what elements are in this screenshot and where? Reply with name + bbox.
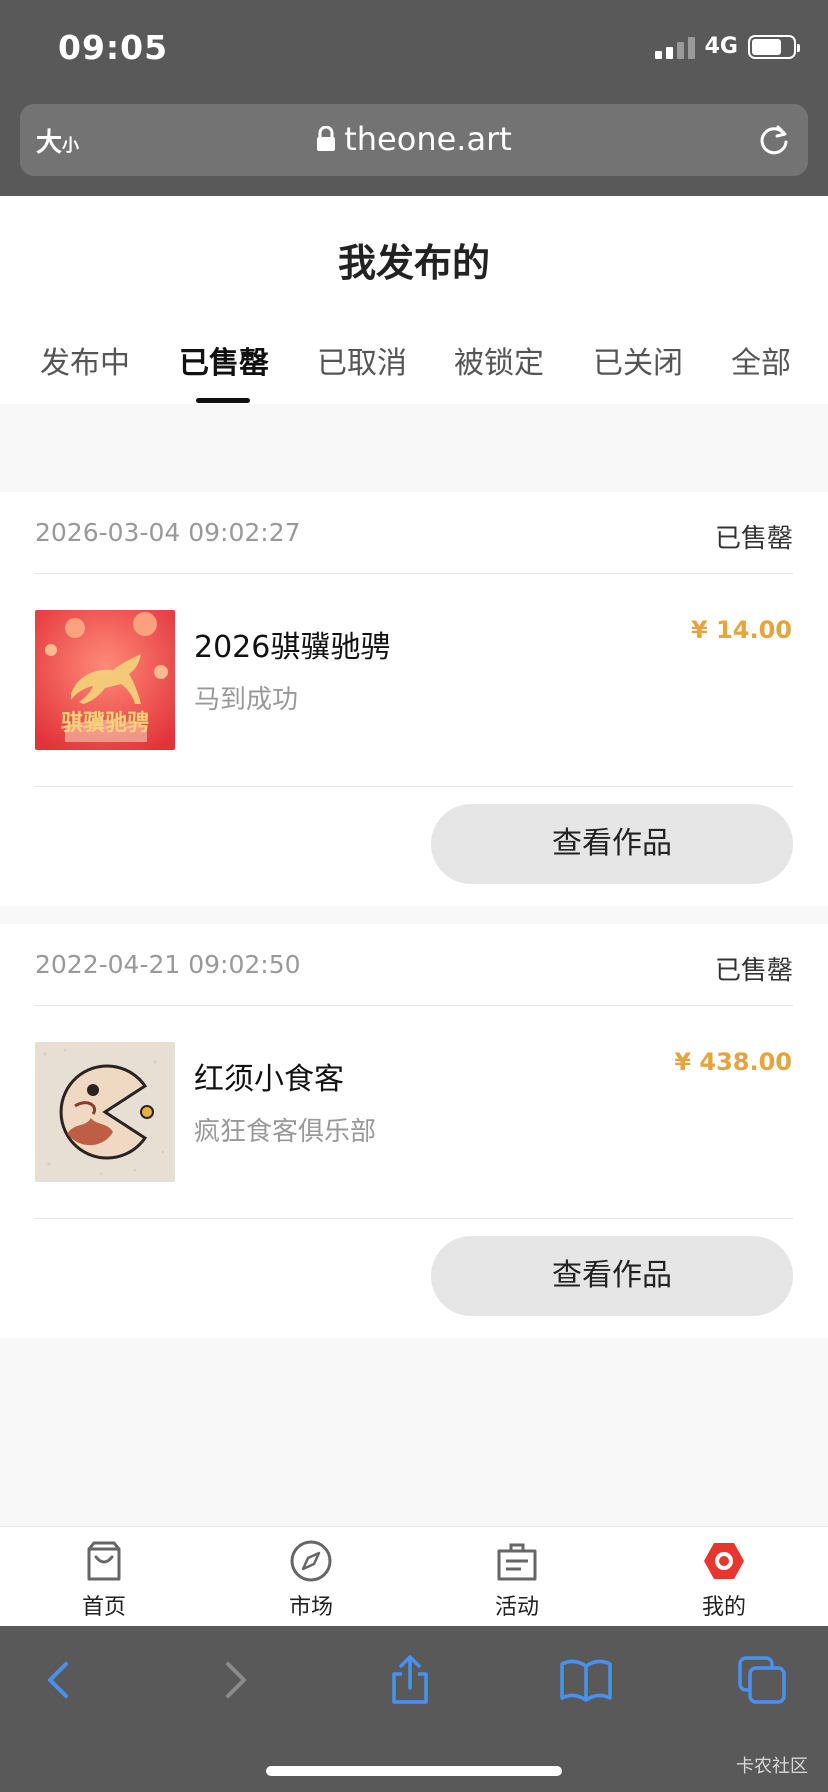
- battery-icon: [748, 34, 800, 59]
- tab-sold-out[interactable]: 已售罄: [179, 338, 269, 382]
- view-artwork-button[interactable]: 查看作品: [431, 1236, 793, 1316]
- reload-icon[interactable]: [756, 122, 792, 158]
- divider: [35, 786, 793, 787]
- watermark: 卡农社区: [736, 1756, 808, 1777]
- bookmarks-icon[interactable]: [558, 1652, 614, 1708]
- network-type: 4G: [704, 34, 738, 59]
- order-status: 已售罄: [714, 956, 793, 986]
- compass-icon: [290, 1540, 332, 1582]
- order-card: 2022-04-21 09:02:50 已售罄 红须小食客 疯狂食客俱乐部 ¥ …: [0, 924, 828, 1338]
- tab-publishing[interactable]: 发布中: [40, 338, 130, 382]
- lock-icon: [317, 126, 336, 151]
- artwork-thumbnail[interactable]: [35, 1042, 175, 1182]
- home-indicator[interactable]: [266, 1766, 562, 1776]
- share-icon[interactable]: [382, 1652, 438, 1708]
- address-bar[interactable]: 大小 theone.art: [20, 104, 808, 176]
- forward-icon[interactable]: [208, 1652, 264, 1708]
- url-text: theone.art: [344, 120, 512, 158]
- tab-cancelled[interactable]: 已取消: [317, 338, 407, 382]
- url-display[interactable]: theone.art: [20, 120, 808, 158]
- page-header: 我发布的 发布中 已售罄 已取消 被锁定 已关闭 全部: [0, 196, 828, 404]
- nav-activity-label: 活动: [494, 1595, 539, 1620]
- tab-closed[interactable]: 已关闭: [593, 338, 683, 382]
- status-tabs: 发布中 已售罄 已取消 被锁定 已关闭 全部: [0, 338, 828, 404]
- tabs-icon[interactable]: [734, 1652, 790, 1708]
- profile-hexagon-icon: [704, 1543, 744, 1579]
- order-card-header: 2026-03-04 09:02:27 已售罄: [35, 492, 793, 574]
- nav-mine-label: 我的: [701, 1595, 746, 1620]
- back-icon[interactable]: [30, 1652, 86, 1708]
- page-title: 我发布的: [337, 241, 490, 285]
- nav-market-label: 市场: [288, 1595, 333, 1620]
- browser-top-chrome: 09:05 4G 大小 theone.art: [0, 0, 828, 196]
- nav-market[interactable]: 市场: [251, 1527, 371, 1627]
- bottom-nav: 首页 市场 活动 我的: [0, 1526, 828, 1626]
- nav-mine[interactable]: 我的: [664, 1527, 784, 1627]
- view-artwork-button[interactable]: 查看作品: [431, 804, 793, 884]
- artwork-price: ¥ 438.00: [674, 1048, 792, 1076]
- ticket-icon: [497, 1543, 537, 1581]
- status-time: 09:05: [58, 28, 169, 67]
- order-card: 2026-03-04 09:02:27 已售罄 骐骥驰骋 2026骐骥驰骋 马到…: [0, 492, 828, 906]
- tab-all[interactable]: 全部: [731, 338, 791, 382]
- nav-home[interactable]: 首页: [44, 1527, 164, 1627]
- order-date: 2022-04-21 09:02:50: [35, 950, 301, 979]
- browser-toolbar: 卡农社区: [0, 1626, 828, 1792]
- artwork-name: 红须小食客: [194, 1062, 344, 1097]
- order-date: 2026-03-04 09:02:27: [35, 518, 301, 547]
- order-card-header: 2022-04-21 09:02:50 已售罄: [35, 924, 793, 1006]
- active-tab-indicator: [196, 398, 250, 403]
- artwork-thumbnail[interactable]: 骐骥驰骋: [35, 610, 175, 750]
- divider: [35, 1218, 793, 1219]
- bag-icon: [87, 1541, 121, 1581]
- cellular-signal-icon: [654, 35, 695, 59]
- svg-text:骐骥驰骋: 骐骥驰骋: [61, 710, 149, 736]
- artwork-price: ¥ 14.00: [691, 616, 792, 644]
- nav-activity[interactable]: 活动: [457, 1527, 577, 1627]
- artwork-collection: 疯狂食客俱乐部: [194, 1117, 377, 1147]
- artwork-collection: 马到成功: [194, 685, 299, 715]
- nav-home-label: 首页: [81, 1595, 126, 1620]
- artwork-name: 2026骐骥驰骋: [194, 630, 391, 665]
- tab-locked[interactable]: 被锁定: [454, 338, 544, 382]
- status-indicators: 4G: [654, 34, 800, 59]
- order-status: 已售罄: [714, 524, 793, 554]
